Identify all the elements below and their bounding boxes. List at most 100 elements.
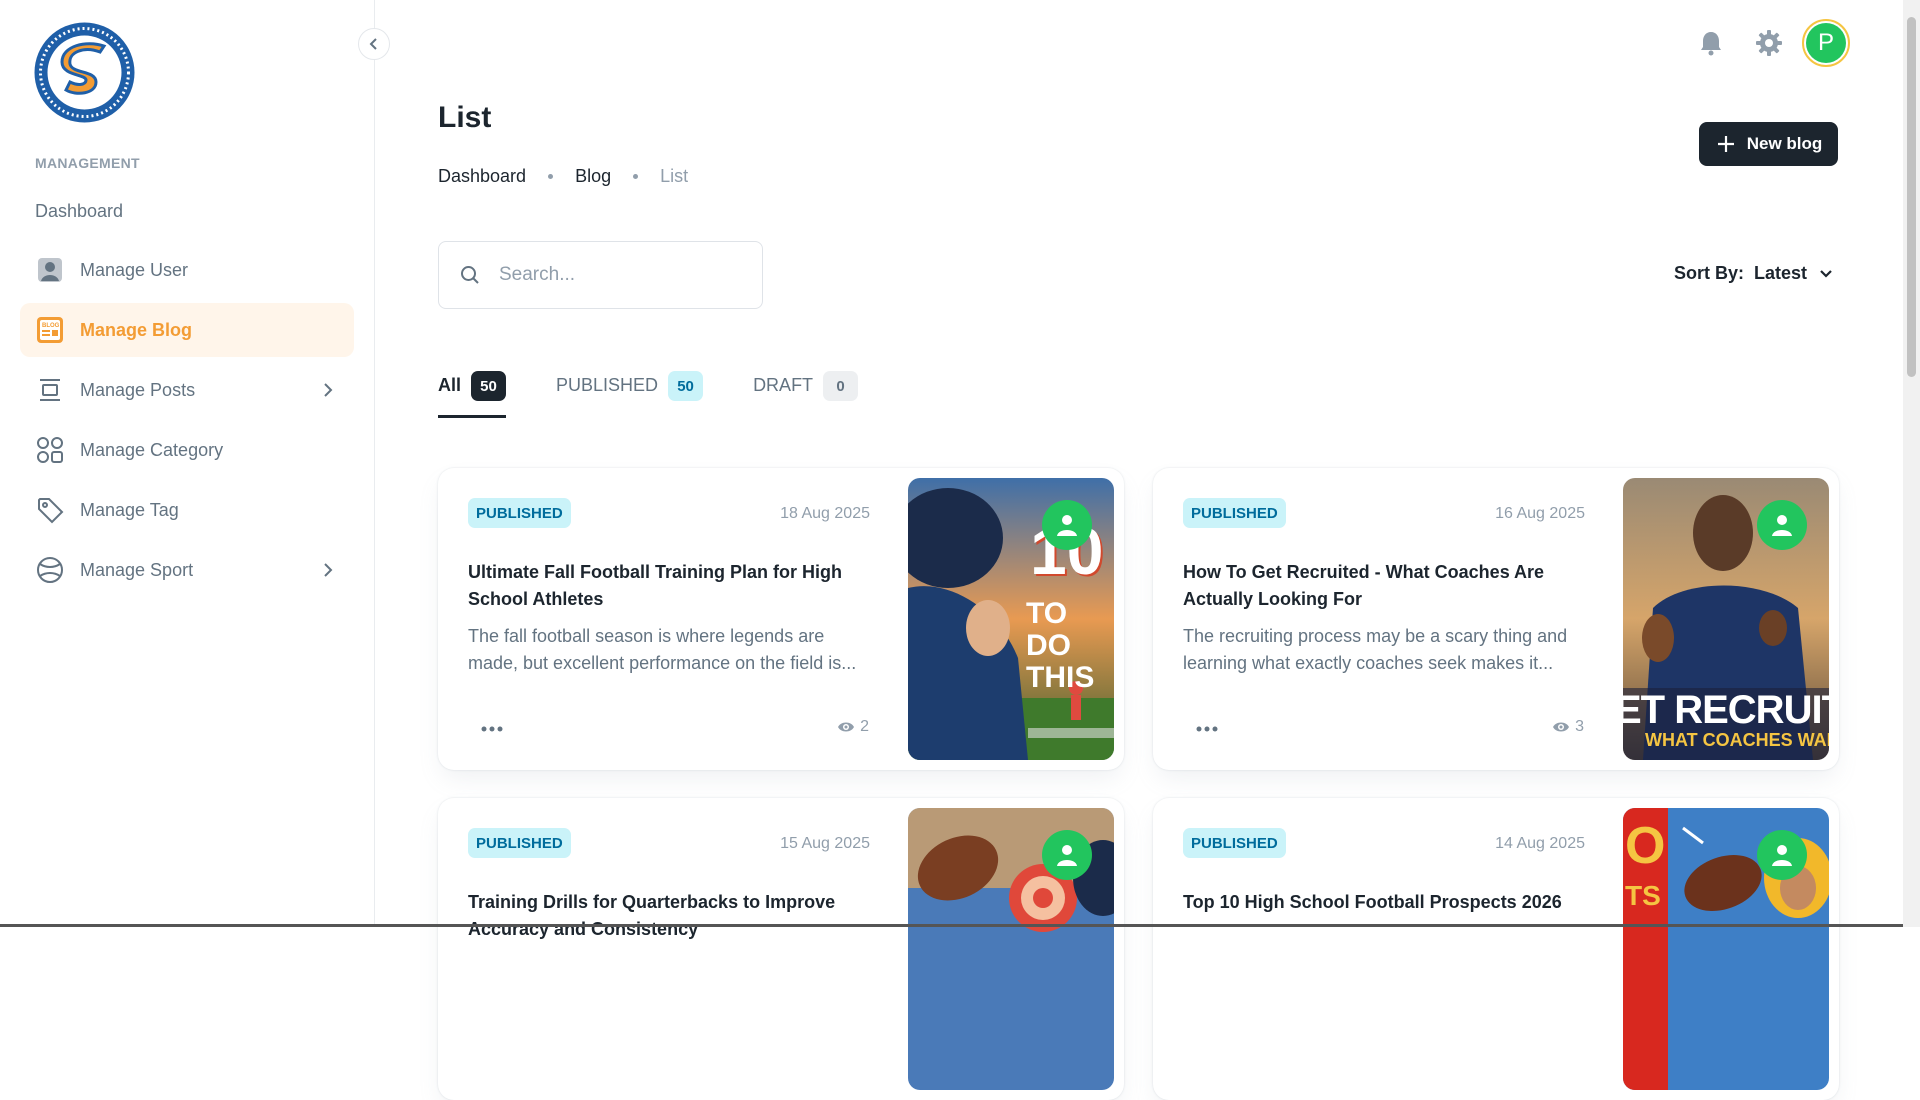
post-cover-image: O TS	[1623, 808, 1829, 1090]
sidebar-item-manage-sport[interactable]: Manage Sport	[20, 543, 354, 597]
post-cover-image: ET RECRUITE WHAT COACHES WANT	[1623, 478, 1829, 760]
bell-icon	[1701, 32, 1721, 56]
cover-subheadline: WHAT COACHES WANT	[1645, 730, 1829, 750]
breadcrumb-link-blog[interactable]: Blog	[575, 166, 611, 187]
tab-count-badge: 50	[471, 371, 507, 401]
author-avatar[interactable]	[1042, 830, 1092, 880]
chevron-left-icon	[369, 38, 377, 50]
nav-subheader: MANAGEMENT	[35, 155, 140, 171]
sidebar: MANAGEMENT Dashboard Manage User BLOG Ma…	[0, 0, 375, 927]
sidebar-item-manage-category[interactable]: Manage Category	[20, 423, 354, 477]
person-icon	[1057, 515, 1077, 536]
sidebar-item-label: Dashboard	[35, 200, 124, 221]
sidebar-item-label: Manage Sport	[80, 559, 194, 580]
gear-icon	[1756, 30, 1782, 56]
more-horizontal-icon	[1196, 726, 1218, 732]
tag-icon	[35, 495, 65, 525]
breadcrumb-separator	[633, 174, 639, 179]
author-avatar[interactable]	[1042, 500, 1092, 550]
post-excerpt: The recruiting process may be a scary th…	[1183, 626, 1568, 673]
blog-card[interactable]: PUBLISHED 15 Aug 2025 Training Drills fo…	[438, 798, 1124, 1100]
cover-subheadline: TS	[1625, 880, 1661, 911]
search-input[interactable]	[499, 264, 739, 286]
post-title[interactable]: How To Get Recruited - What Coaches Are …	[1183, 559, 1583, 613]
sort-label: Sort By:	[1674, 263, 1745, 283]
eye-icon	[1553, 722, 1570, 732]
sidebar-collapse-button[interactable]	[358, 28, 390, 60]
tab-label: All	[438, 375, 462, 395]
page-scrollbar[interactable]	[1903, 0, 1920, 927]
sidebar-item-dashboard[interactable]: Dashboard	[20, 184, 354, 238]
new-blog-label: New blog	[1746, 134, 1823, 153]
search-icon	[461, 266, 479, 284]
avatar-letter: P	[1806, 23, 1846, 63]
blog-card[interactable]: PUBLISHED 18 Aug 2025 Ultimate Fall Foot…	[438, 468, 1124, 770]
plus-icon	[1717, 136, 1734, 152]
status-badge: PUBLISHED	[1183, 828, 1286, 858]
tab-published[interactable]: PUBLISHED 50	[556, 371, 704, 418]
view-count-value: 2	[860, 718, 869, 735]
cover-subheadline: TO DO THIS	[1026, 597, 1095, 694]
chevron-down-icon	[1820, 269, 1832, 278]
sidebar-item-manage-tag[interactable]: Manage Tag	[20, 483, 354, 537]
page-title: List	[438, 101, 492, 134]
cover-headline: O	[1625, 817, 1666, 875]
more-options-button[interactable]	[1189, 714, 1225, 744]
person-icon	[1057, 845, 1077, 866]
breadcrumb-current: List	[660, 166, 689, 186]
posts-icon	[35, 375, 65, 405]
status-badge: PUBLISHED	[468, 828, 571, 858]
post-title[interactable]: Top 10 High School Football Prospects 20…	[1183, 889, 1583, 916]
sidebar-item-label: Manage User	[80, 259, 189, 280]
status-badge: PUBLISHED	[468, 498, 571, 528]
breadcrumb-link-dashboard[interactable]: Dashboard	[438, 166, 526, 187]
eye-icon	[838, 722, 855, 732]
sidebar-item-manage-user[interactable]: Manage User	[20, 243, 354, 297]
search-field[interactable]	[438, 241, 763, 309]
person-icon	[1772, 515, 1792, 536]
post-cover-image: 10 TO DO THIS	[908, 478, 1114, 760]
sidebar-item-manage-posts[interactable]: Manage Posts	[20, 363, 354, 417]
person-icon	[1772, 845, 1792, 866]
chevron-right-icon	[318, 380, 338, 405]
view-count: 3	[1552, 718, 1584, 736]
sort-value: Latest	[1754, 263, 1808, 283]
breadcrumb: Dashboard Blog List	[438, 166, 688, 187]
svg-text:BLOG: BLOG	[42, 323, 60, 329]
sidebar-item-label: Manage Tag	[80, 499, 179, 520]
tab-draft[interactable]: DRAFT 0	[753, 371, 859, 418]
settings-button[interactable]	[1753, 27, 1785, 59]
cover-headline: ET RECRUITE	[1623, 688, 1829, 732]
app-logo[interactable]	[34, 22, 135, 123]
sport-ball-icon	[35, 555, 65, 585]
author-avatar[interactable]	[1757, 830, 1807, 880]
sidebar-item-label: Manage Posts	[80, 379, 196, 400]
user-avatar[interactable]: P	[1802, 19, 1850, 67]
status-tabs: All 50 PUBLISHED 50 DRAFT 0	[438, 371, 859, 418]
post-excerpt: The fall football season is where legend…	[468, 626, 857, 673]
tab-all[interactable]: All 50	[438, 371, 507, 418]
status-badge: PUBLISHED	[1183, 498, 1286, 528]
author-avatar[interactable]	[1757, 500, 1807, 550]
post-date: 14 Aug 2025	[1495, 835, 1585, 852]
view-count-value: 3	[1575, 718, 1584, 735]
view-count: 2	[837, 718, 869, 736]
sidebar-item-manage-blog[interactable]: BLOG Manage Blog	[20, 303, 354, 357]
post-date: 15 Aug 2025	[780, 835, 870, 852]
scrollbar-thumb[interactable]	[1907, 17, 1916, 377]
category-icon	[35, 435, 65, 465]
new-blog-button[interactable]: New blog	[1699, 122, 1838, 166]
tab-label: PUBLISHED	[556, 375, 659, 395]
post-title[interactable]: Ultimate Fall Football Training Plan for…	[468, 559, 868, 613]
chevron-right-icon	[318, 560, 338, 585]
blog-card[interactable]: PUBLISHED 16 Aug 2025 How To Get Recruit…	[1153, 468, 1839, 770]
tab-count-badge: 0	[823, 371, 859, 401]
more-options-button[interactable]	[474, 714, 510, 744]
notifications-button[interactable]	[1695, 27, 1727, 59]
post-title[interactable]: Training Drills for Quarterbacks to Impr…	[468, 889, 868, 943]
more-horizontal-icon	[481, 726, 503, 732]
blog-card[interactable]: PUBLISHED 14 Aug 2025 Top 10 High School…	[1153, 798, 1839, 1100]
sort-dropdown[interactable]: Sort By: Latest	[1674, 263, 1835, 284]
blog-icon: BLOG	[35, 315, 65, 345]
tab-label: DRAFT	[753, 375, 814, 395]
